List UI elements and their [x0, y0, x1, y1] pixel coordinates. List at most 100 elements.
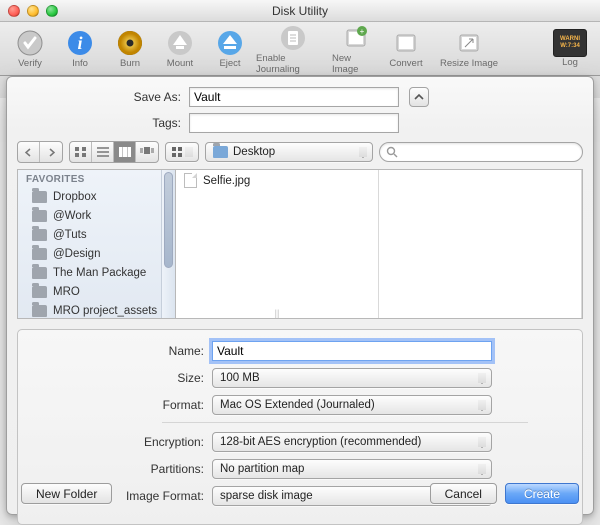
toolbar-label: Info [72, 58, 88, 69]
info-button[interactable]: i Info [56, 23, 104, 75]
forward-button[interactable] [40, 142, 62, 162]
new-image-icon: + [341, 23, 371, 53]
toolbar-label: Enable Journaling [256, 53, 330, 75]
size-value: 100 MB [220, 372, 260, 384]
collapse-browser-button[interactable] [409, 87, 429, 107]
burn-icon [115, 28, 145, 58]
sidebar-item-tuts[interactable]: @Tuts [18, 225, 175, 244]
file-icon [184, 173, 197, 188]
column-resize-handle[interactable]: || [275, 308, 280, 318]
resize-image-button[interactable]: Resize Image [432, 23, 506, 75]
file-browser: FAVORITES Dropbox @Work @Tuts @Design Th… [17, 169, 583, 319]
mount-icon [165, 28, 195, 58]
tags-input[interactable] [189, 113, 399, 133]
nav-back-forward[interactable] [17, 141, 63, 163]
arrange-popup[interactable] [165, 142, 199, 162]
resize-image-icon [454, 28, 484, 58]
eject-button[interactable]: Eject [206, 23, 254, 75]
scrollbar-thumb[interactable] [164, 172, 173, 268]
burn-button[interactable]: Burn [106, 23, 154, 75]
chevron-left-icon [24, 148, 33, 157]
log-icon: WARNIW:7:34 [553, 29, 587, 57]
grid-arrange-icon [172, 147, 184, 157]
sidebar-item-mro-assets[interactable]: MRO project_assets [18, 301, 175, 318]
svg-text:+: + [360, 27, 365, 36]
encryption-value: 128-bit AES encryption (recommended) [220, 436, 421, 448]
convert-button[interactable]: Convert [382, 23, 430, 75]
column-1[interactable] [379, 170, 582, 318]
titlebar: Disk Utility [0, 0, 600, 22]
svg-text:i: i [77, 33, 82, 53]
folder-icon [32, 210, 47, 222]
toolbar-label: Burn [120, 58, 140, 69]
encryption-popup[interactable]: 128-bit AES encryption (recommended) [212, 432, 492, 452]
toolbar-label: Mount [167, 58, 193, 69]
view-coverflow-mode[interactable] [136, 142, 158, 162]
toolbar-label: Eject [219, 58, 240, 69]
sidebar-header: FAVORITES [18, 170, 175, 187]
save-as-input[interactable] [189, 87, 399, 107]
back-button[interactable] [18, 142, 40, 162]
list-view-icon [97, 147, 109, 157]
format-value: Mac OS Extended (Journaled) [220, 399, 375, 411]
icon-view-icon [75, 147, 87, 157]
sidebar-item-dropbox[interactable]: Dropbox [18, 187, 175, 206]
view-list-mode[interactable] [92, 142, 114, 162]
folder-icon [32, 286, 47, 298]
create-button[interactable]: Create [505, 483, 579, 504]
file-name: Selfie.jpg [203, 175, 250, 187]
folder-icon [32, 305, 47, 317]
encryption-label: Encryption: [32, 431, 212, 453]
mount-button[interactable]: Mount [156, 23, 204, 75]
folder-icon [32, 248, 47, 260]
toolbar: Verify i Info Burn Mount Eject Enable Jo… [0, 22, 600, 76]
toolbar-label: Verify [18, 58, 42, 69]
enable-journaling-button[interactable]: Enable Journaling [256, 23, 330, 75]
journaling-icon [278, 23, 308, 53]
toolbar-label: Log [562, 57, 578, 68]
view-mode-segment[interactable] [69, 141, 159, 163]
toolbar-label: Convert [389, 58, 422, 69]
save-as-label: Save As: [7, 90, 189, 104]
location-popup[interactable]: Desktop [205, 142, 373, 162]
eject-icon [215, 28, 245, 58]
tags-label: Tags: [7, 116, 189, 130]
save-sheet: Save As: Tags: [6, 76, 594, 515]
view-icon-mode[interactable] [70, 142, 92, 162]
sidebar-scrollbar[interactable] [161, 170, 175, 318]
cancel-button[interactable]: Cancel [430, 483, 497, 504]
log-button[interactable]: WARNIW:7:34 Log [546, 23, 594, 75]
info-icon: i [65, 28, 95, 58]
location-value: Desktop [233, 146, 275, 158]
verify-button[interactable]: Verify [6, 23, 54, 75]
verify-icon [15, 28, 45, 58]
chevron-right-icon [47, 148, 56, 157]
convert-icon [391, 28, 421, 58]
sidebar-item-mro[interactable]: MRO [18, 282, 175, 301]
toolbar-label: Resize Image [440, 58, 498, 69]
new-image-button[interactable]: + New Image [332, 23, 380, 75]
search-icon [386, 146, 398, 158]
name-input[interactable] [212, 341, 492, 361]
folder-icon [213, 146, 228, 158]
size-popup[interactable]: 100 MB [212, 368, 492, 388]
column-0[interactable]: Selfie.jpg || [176, 170, 379, 318]
new-folder-button[interactable]: New Folder [21, 483, 112, 504]
file-entry[interactable]: Selfie.jpg [176, 170, 378, 191]
coverflow-view-icon [140, 147, 154, 157]
format-label: Format: [32, 394, 212, 416]
format-popup[interactable]: Mac OS Extended (Journaled) [212, 395, 492, 415]
chevron-up-icon [414, 92, 424, 102]
search-field[interactable] [379, 142, 583, 162]
folder-icon [32, 229, 47, 241]
sidebar-item-design[interactable]: @Design [18, 244, 175, 263]
folder-icon [32, 191, 47, 203]
name-label: Name: [32, 340, 212, 362]
sidebar-item-man-package[interactable]: The Man Package [18, 263, 175, 282]
folder-icon [32, 267, 47, 279]
sheet-footer: New Folder Cancel Create [7, 473, 593, 514]
toolbar-label: New Image [332, 53, 380, 75]
sidebar-item-work[interactable]: @Work [18, 206, 175, 225]
view-column-mode[interactable] [114, 142, 136, 162]
sidebar: FAVORITES Dropbox @Work @Tuts @Design Th… [18, 170, 176, 318]
